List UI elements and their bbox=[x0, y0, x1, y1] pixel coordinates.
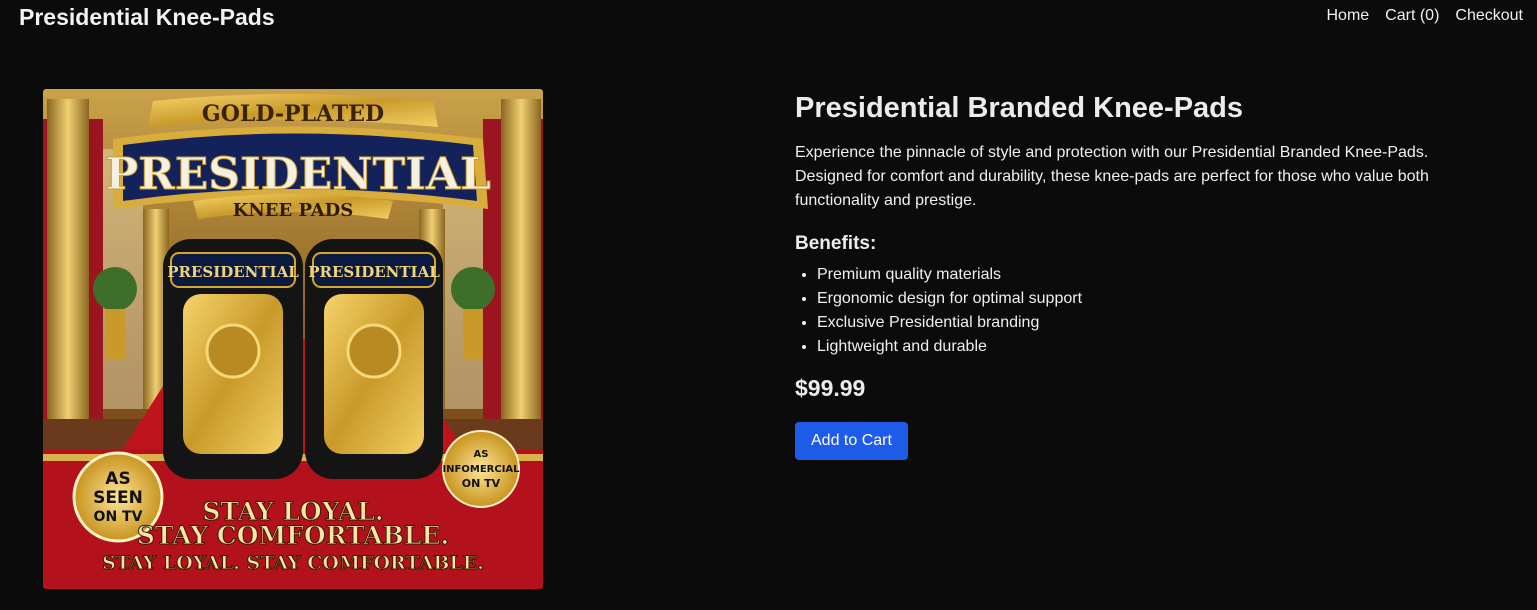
slogan-line-3: STAY LOYAL. STAY COMFORTABLE. bbox=[102, 552, 484, 574]
banner-top-text: GOLD-PLATED bbox=[202, 101, 384, 127]
banner-main-text: PRESIDENTIAL bbox=[105, 149, 491, 200]
left-pad-label: PRESIDENTIAL bbox=[167, 263, 299, 281]
slogan-line-2: STAY COMFORTABLE. bbox=[137, 521, 449, 550]
benefits-list: Premium quality materials Ergonomic desi… bbox=[795, 263, 1455, 359]
benefit-item: Ergonomic design for optimal support bbox=[817, 287, 1455, 311]
product-price: $99.99 bbox=[795, 375, 866, 401]
seal-left-line-3: ON TV bbox=[94, 509, 143, 525]
seal-right-line-3: ON TV bbox=[462, 477, 501, 490]
main-nav: Home Cart (0) Checkout bbox=[1326, 7, 1523, 25]
site-brand[interactable]: Presidential Knee-Pads bbox=[19, 4, 275, 31]
product-image: GOLD-PLATED PRESIDENTIAL KNEE PADS PRESI… bbox=[43, 89, 543, 589]
seal-left-line-2: SEEN bbox=[93, 488, 143, 508]
product-details: Presidential Branded Knee-Pads Experienc… bbox=[795, 90, 1455, 460]
right-pad-label: PRESIDENTIAL bbox=[308, 263, 440, 281]
benefits-heading: Benefits: bbox=[795, 233, 877, 254]
seal-right-line-1: AS bbox=[474, 449, 489, 460]
benefit-item: Premium quality materials bbox=[817, 263, 1455, 287]
benefit-item: Exclusive Presidential branding bbox=[817, 311, 1455, 335]
seal-right-line-2: INFOMERCIAL bbox=[442, 464, 520, 475]
nav-checkout-link[interactable]: Checkout bbox=[1455, 7, 1523, 25]
nav-cart-link[interactable]: Cart (0) bbox=[1385, 7, 1439, 25]
product-description: Experience the pinnacle of style and pro… bbox=[795, 144, 1429, 209]
site-header: Presidential Knee-Pads Home Cart (0) Che… bbox=[0, 0, 1537, 34]
nav-home-link[interactable]: Home bbox=[1326, 7, 1369, 25]
knee-pads-illustration: GOLD-PLATED PRESIDENTIAL KNEE PADS PRESI… bbox=[43, 89, 543, 589]
seal-left-line-1: AS bbox=[105, 469, 130, 489]
add-to-cart-button[interactable]: Add to Cart bbox=[795, 422, 908, 460]
benefit-item: Lightweight and durable bbox=[817, 335, 1455, 359]
banner-sub-text: KNEE PADS bbox=[233, 200, 354, 221]
product-title: Presidential Branded Knee-Pads bbox=[795, 92, 1244, 124]
